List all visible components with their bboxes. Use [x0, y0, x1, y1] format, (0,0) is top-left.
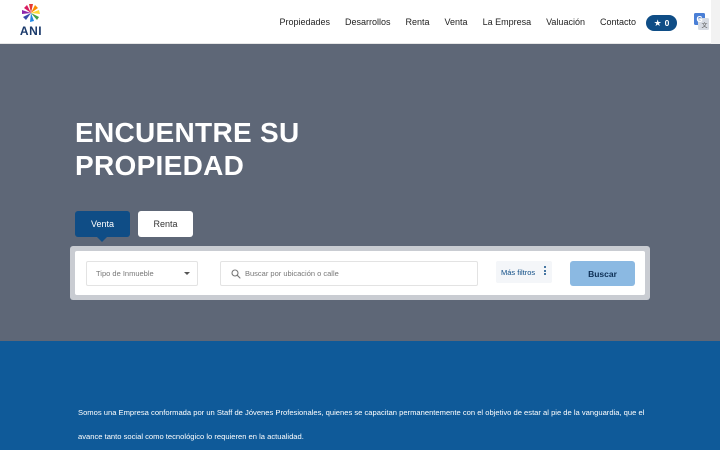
tab-renta[interactable]: Renta	[138, 211, 193, 237]
pinwheel-logo-icon	[22, 4, 40, 22]
nav-renta[interactable]: Renta	[406, 17, 430, 27]
location-search-input[interactable]: Buscar por ubicación o calle	[220, 261, 478, 286]
caret-down-icon	[184, 272, 190, 275]
property-type-placeholder: Tipo de Inmueble	[96, 269, 154, 278]
search-form: Tipo de Inmueble Buscar por ubicación o …	[75, 251, 645, 295]
about-text: Somos una Empresa conformada por un Staf…	[78, 408, 645, 441]
hero-title-line-2: PROPIEDAD	[75, 150, 245, 181]
more-filters-button[interactable]: Más filtros	[496, 261, 552, 283]
favorites-button[interactable]: ★ 0	[646, 15, 677, 31]
hero-title-line-1: ENCUENTRE SU	[75, 117, 300, 148]
translate-button[interactable]: G 文	[694, 13, 709, 30]
about-section: Somos una Empresa conformada por un Staf…	[0, 341, 720, 450]
main-nav: Propiedades Desarrollos Renta Venta La E…	[279, 0, 636, 44]
nav-desarrollos[interactable]: Desarrollos	[345, 17, 391, 27]
tab-venta[interactable]: Venta	[75, 211, 130, 242]
nav-la-empresa[interactable]: La Empresa	[483, 17, 532, 27]
nav-propiedades[interactable]: Propiedades	[279, 17, 330, 27]
logo-text: ANI	[19, 24, 43, 38]
translate-icon: G 文	[694, 13, 709, 30]
scrollbar-track	[711, 0, 720, 44]
favorites-count: 0	[664, 18, 670, 28]
site-logo[interactable]: ANI	[17, 3, 45, 39]
search-icon	[231, 269, 241, 279]
nav-venta[interactable]: Venta	[445, 17, 468, 27]
nav-contacto[interactable]: Contacto	[600, 17, 636, 27]
search-form-container: Tipo de Inmueble Buscar por ubicación o …	[70, 246, 650, 300]
property-type-select[interactable]: Tipo de Inmueble	[86, 261, 198, 286]
nav-valuacion[interactable]: Valuación	[546, 17, 585, 27]
star-icon: ★	[653, 17, 662, 28]
vertical-dots-icon	[544, 266, 547, 277]
search-button[interactable]: Buscar	[570, 261, 635, 286]
hero-section: ENCUENTRE SU PROPIEDAD Venta Renta Tipo …	[0, 44, 720, 341]
more-filters-label: Más filtros	[501, 267, 536, 277]
location-search-placeholder: Buscar por ubicación o calle	[245, 269, 339, 278]
site-header: ANI Propiedades Desarrollos Renta Venta …	[0, 0, 720, 44]
hero-title: ENCUENTRE SU PROPIEDAD	[75, 116, 415, 182]
svg-text:文: 文	[702, 22, 708, 30]
